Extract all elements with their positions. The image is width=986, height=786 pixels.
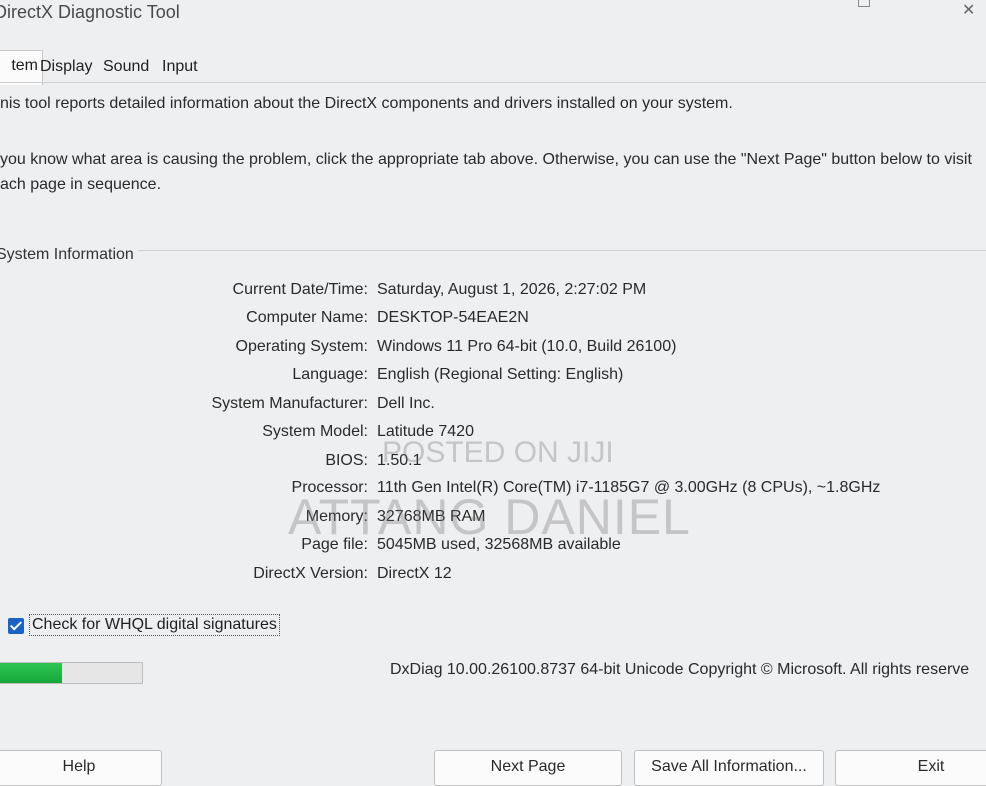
info-row-processor: Processor: 11th Gen Intel(R) Core(TM) i7… <box>0 479 986 507</box>
exit-button[interactable]: Exit <box>835 750 986 786</box>
tab-sound[interactable]: Sound <box>99 52 153 82</box>
tab-divider <box>0 82 986 83</box>
intro-line-3: ach page in sequence. <box>0 176 162 193</box>
info-label: System Manufacturer: <box>211 395 369 412</box>
group-title: System Information <box>0 246 134 263</box>
whql-checkbox-label[interactable]: Check for WHQL digital signatures <box>29 614 280 636</box>
version-copyright: DxDiag 10.00.26100.8737 64-bit Unicode C… <box>390 661 970 678</box>
progress-bar <box>0 662 143 684</box>
info-value: Saturday, August 1, 2026, 2:27:02 PM <box>377 281 647 298</box>
info-label: Computer Name: <box>246 309 368 326</box>
info-label: BIOS: <box>325 452 368 469</box>
info-value: Windows 11 Pro 64-bit (10.0, Build 26100… <box>377 338 677 355</box>
info-value: 5045MB used, 32568MB available <box>377 536 621 553</box>
help-button[interactable]: Help <box>0 750 162 786</box>
info-row-language: Language: English (Regional Setting: Eng… <box>0 366 986 394</box>
info-label: Memory: <box>305 508 368 525</box>
tab-input[interactable]: Input <box>158 52 202 82</box>
info-label: Language: <box>292 366 368 383</box>
save-all-information-button[interactable]: Save All Information... <box>634 750 824 786</box>
info-row-directx-version: DirectX Version: DirectX 12 <box>0 565 986 593</box>
window-title: DirectX Diagnostic Tool <box>0 2 180 22</box>
info-value: 32768MB RAM <box>377 508 486 525</box>
info-value: 1.50.1 <box>377 452 422 469</box>
info-value: DESKTOP-54EAE2N <box>377 309 529 326</box>
whql-checkbox[interactable] <box>8 618 24 634</box>
info-row-os: Operating System: Windows 11 Pro 64-bit … <box>0 338 986 366</box>
info-row-page-file: Page file: 5045MB used, 32568MB availabl… <box>0 536 986 564</box>
info-label: System Model: <box>262 423 368 440</box>
info-row-memory: Memory: 32768MB RAM <box>0 508 986 536</box>
info-row-bios: BIOS: 1.50.1 <box>0 452 986 480</box>
tab-display[interactable]: Display <box>36 52 96 82</box>
info-row-computer-name: Computer Name: DESKTOP-54EAE2N <box>0 309 986 337</box>
maximize-icon[interactable] <box>858 0 870 7</box>
info-label: DirectX Version: <box>253 565 368 582</box>
info-value: DirectX 12 <box>377 565 452 582</box>
info-row-manufacturer: System Manufacturer: Dell Inc. <box>0 395 986 423</box>
info-row-datetime: Current Date/Time: Saturday, August 1, 2… <box>0 281 986 309</box>
info-value: English (Regional Setting: English) <box>377 366 624 383</box>
info-label: Operating System: <box>235 338 369 355</box>
close-icon[interactable] <box>962 0 976 10</box>
info-label: Processor: <box>291 479 368 496</box>
intro-line-2: you know what area is causing the proble… <box>0 151 972 168</box>
info-label: Current Date/Time: <box>232 281 368 298</box>
group-divider <box>138 250 986 251</box>
next-page-button[interactable]: Next Page <box>434 750 622 786</box>
progress-fill <box>0 663 63 683</box>
intro-line-1: nis tool reports detailed information ab… <box>0 95 733 112</box>
info-value: Latitude 7420 <box>377 423 474 440</box>
info-row-model: System Model: Latitude 7420 <box>0 423 986 451</box>
info-value: 11th Gen Intel(R) Core(TM) i7-1185G7 @ 3… <box>377 479 881 496</box>
info-value: Dell Inc. <box>377 395 435 412</box>
tab-bar: tem Display Sound Input <box>0 50 986 85</box>
info-label: Page file: <box>301 536 368 553</box>
